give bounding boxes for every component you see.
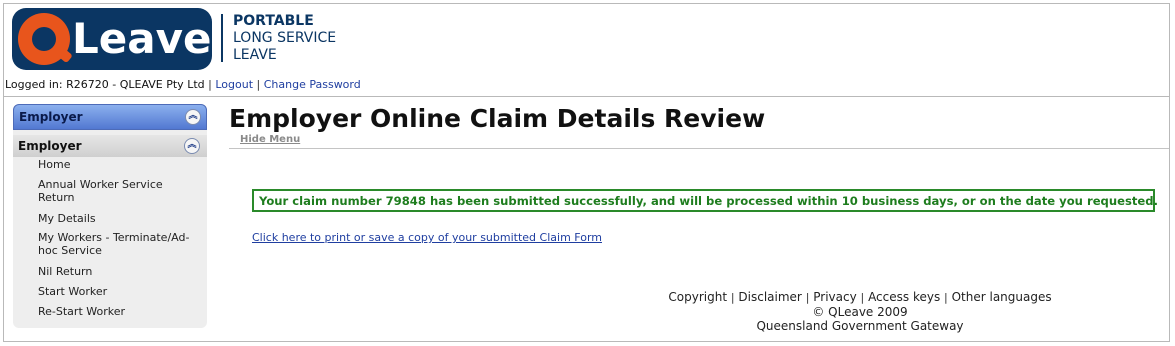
footer-link-copyright[interactable]: Copyright — [668, 290, 727, 304]
sidebar-item-home[interactable]: Home — [38, 158, 70, 171]
print-claim-form-link[interactable]: Click here to print or save a copy of yo… — [252, 231, 602, 244]
sidebar-item-my-details[interactable]: My Details — [38, 212, 96, 225]
sidebar-item-start-worker[interactable]: Start Worker — [38, 285, 107, 298]
collapse-chevron-icon[interactable]: ︽ — [184, 138, 200, 154]
success-message-box: Your claim number 79848 has been submitt… — [252, 189, 1158, 212]
logout-link[interactable]: Logout — [215, 78, 253, 91]
login-status-bar: Logged in: R26720 - QLEAVE Pty Ltd | Log… — [5, 78, 361, 91]
header-divider — [3, 96, 1170, 97]
success-message: Your claim number 79848 has been submitt… — [259, 194, 1158, 208]
footer: Copyright | Disclaimer | Privacy | Acces… — [660, 290, 1060, 333]
sidebar-item-restart-worker[interactable]: Re-Start Worker — [38, 305, 125, 318]
sidebar-section-header[interactable]: Employer ︽ — [13, 104, 207, 130]
footer-gateway: Queensland Government Gateway — [756, 319, 964, 333]
footer-link-access-keys[interactable]: Access keys — [868, 290, 940, 304]
sidebar-item-nil-return[interactable]: Nil Return — [38, 265, 92, 278]
logo-text: Leave — [72, 14, 212, 63]
logo-divider — [221, 14, 223, 62]
page-title: Employer Online Claim Details Review — [229, 104, 766, 133]
footer-copyright: © QLeave 2009 — [812, 305, 908, 319]
sidebar-item-annual-worker-service-return[interactable]: Annual Worker Service Return — [38, 178, 188, 204]
title-divider — [229, 148, 1169, 149]
login-status-text: Logged in: R26720 - QLEAVE Pty Ltd — [5, 78, 205, 91]
sidebar-section-title: Employer — [19, 110, 83, 124]
footer-links: Copyright | Disclaimer | Privacy | Acces… — [668, 290, 1052, 304]
sidebar: Employer ︽ Employer ︽ Home Annual Worker… — [13, 104, 207, 328]
change-password-link[interactable]: Change Password — [264, 78, 361, 91]
footer-link-privacy[interactable]: Privacy — [813, 290, 856, 304]
footer-link-other-languages[interactable]: Other languages — [952, 290, 1052, 304]
sidebar-item-my-workers[interactable]: My Workers - Terminate/Ad-hoc Service — [38, 231, 198, 257]
hide-menu-link[interactable]: Hide Menu — [240, 134, 300, 145]
sidebar-group-header[interactable]: Employer ︽ — [13, 135, 207, 157]
logo-tagline: PORTABLE LONG SERVICE LEAVE — [233, 13, 337, 63]
footer-link-disclaimer[interactable]: Disclaimer — [738, 290, 801, 304]
sidebar-group-title: Employer — [18, 139, 82, 153]
qleave-logo[interactable]: Leave — [12, 8, 212, 70]
collapse-chevron-icon[interactable]: ︽ — [185, 109, 201, 125]
